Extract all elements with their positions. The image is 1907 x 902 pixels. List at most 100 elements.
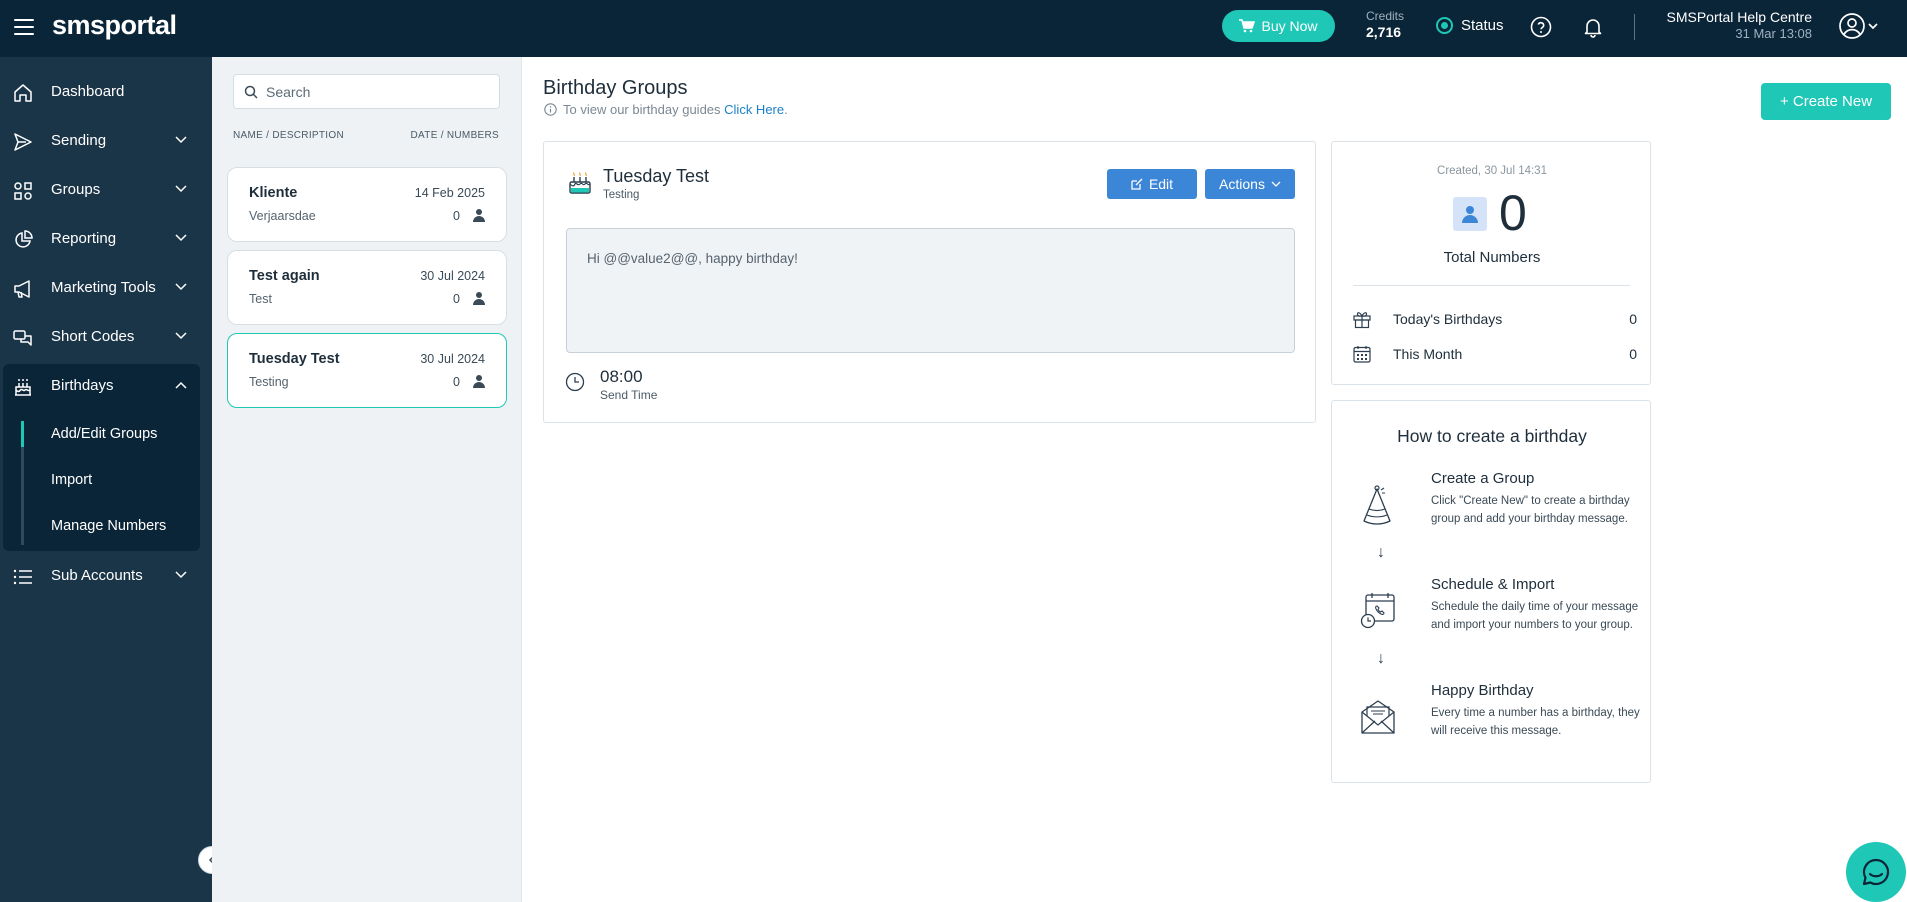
actions-dropdown[interactable]: Actions (1205, 169, 1295, 199)
group-card-tuesday-test[interactable]: Tuesday Test 30 Jul 2024 Testing 0 (227, 333, 507, 408)
group-description: Test (249, 292, 272, 306)
send-time-value: 08:00 (600, 367, 643, 386)
divider (1634, 14, 1635, 40)
current-datetime: 31 Mar 13:08 (1735, 26, 1812, 41)
chat-widget-button[interactable] (1846, 842, 1906, 902)
group-date: 30 Jul 2024 (420, 269, 485, 283)
group-card-kliente[interactable]: Kliente 14 Feb 2025 Verjaarsdae 0 (227, 167, 507, 242)
sidebar-item-label: Short Codes (51, 328, 135, 345)
group-description: Verjaarsdae (249, 209, 316, 223)
group-name: Test again (249, 268, 320, 284)
status-button[interactable]: Status (1436, 17, 1504, 34)
sidebar-item-sending[interactable]: Sending (0, 121, 212, 161)
message-text: Hi @@value2@@, happy birthday! (587, 251, 798, 266)
envelope-icon (1361, 700, 1395, 734)
sidebar: Dashboard Sending Groups Reporting Marke… (0, 57, 212, 902)
person-icon (473, 375, 485, 388)
sidebar-item-dashboard[interactable]: Dashboard (0, 72, 212, 112)
sidebar-item-sub-accounts[interactable]: Sub Accounts (0, 556, 212, 596)
group-count: 0 (453, 209, 460, 223)
total-numbers-value: 0 (1499, 185, 1527, 241)
group-card-test-again[interactable]: Test again 30 Jul 2024 Test 0 (227, 250, 507, 325)
create-new-button[interactable]: + Create New (1761, 83, 1891, 120)
group-detail-card: Tuesday Test Testing Edit Actions Hi @@v… (543, 141, 1316, 423)
chevron-down-icon (175, 234, 187, 242)
groups-icon (14, 182, 32, 200)
send-time: 08:00 Send Time (600, 367, 657, 402)
column-header-date: DATE / NUMBERS (410, 130, 499, 141)
sidebar-subitem-add-edit-groups[interactable]: Add/Edit Groups (51, 426, 157, 442)
list-icon (13, 569, 32, 585)
sidebar-item-label: Reporting (51, 230, 117, 247)
sidebar-item-short-codes[interactable]: Short Codes (0, 317, 212, 357)
help-icon[interactable] (1530, 16, 1552, 38)
user-menu-button[interactable] (1838, 12, 1878, 45)
help-centre-link[interactable]: SMSPortal Help Centre 31 Mar 13:08 (1666, 9, 1812, 41)
credits-value: 2,716 (1366, 24, 1402, 40)
group-date: 30 Jul 2024 (420, 352, 485, 366)
chat-icon (13, 330, 32, 346)
created-date: Created, 30 Jul 14:31 (1437, 165, 1547, 177)
sidebar-item-groups[interactable]: Groups (0, 170, 212, 210)
edit-icon (1131, 178, 1143, 190)
step-title: Happy Birthday (1431, 682, 1534, 699)
sidebar-item-label: Marketing Tools (51, 279, 156, 296)
guide-text: To view our birthday guides Click Here. (544, 102, 788, 117)
buy-now-button[interactable]: Buy Now (1222, 10, 1335, 42)
howto-title: How to create a birthday (1397, 426, 1587, 446)
howto-card: How to create a birthday Create a Group … (1331, 400, 1651, 783)
clock-icon (565, 372, 585, 392)
divider (1353, 285, 1630, 286)
pie-chart-icon (15, 230, 33, 248)
menu-icon[interactable] (14, 19, 34, 35)
todays-birthdays-label: Today's Birthdays (1393, 311, 1503, 327)
info-icon (544, 103, 557, 116)
sidebar-item-marketing-tools[interactable]: Marketing Tools (0, 268, 212, 308)
birthday-cake-icon (569, 172, 591, 194)
sidebar-item-label: Dashboard (51, 83, 125, 100)
chevron-down-icon (175, 136, 187, 144)
column-header-name: NAME / DESCRIPTION (233, 130, 344, 141)
group-subtitle: Testing (603, 189, 640, 201)
top-bar: smsportal Buy Now Credits 2,716 Status S… (0, 0, 1907, 57)
howto-step-3: Happy Birthday Every time a number has a… (1431, 682, 1641, 740)
howto-step-1: Create a Group Click "Create New" to cre… (1431, 470, 1641, 528)
chevron-down-icon (175, 185, 187, 193)
sidebar-item-reporting[interactable]: Reporting (0, 219, 212, 259)
sidebar-item-label: Birthdays (51, 377, 114, 394)
buy-now-label: Buy Now (1261, 18, 1318, 34)
todays-birthdays-row: Today's Birthdays 0 (1352, 308, 1637, 330)
step-body: Schedule the daily time of your message … (1431, 601, 1639, 631)
search-input[interactable] (266, 83, 486, 100)
send-time-label: Send Time (600, 388, 658, 402)
numbers-icon-box (1453, 197, 1487, 231)
step-body: Every time a number has a birthday, they… (1431, 707, 1640, 737)
chevron-up-icon (175, 381, 187, 389)
guide-link[interactable]: Click Here (724, 102, 784, 117)
search-box (233, 74, 500, 109)
cake-icon (15, 379, 31, 396)
chevron-down-icon (175, 332, 187, 340)
person-icon (1462, 206, 1478, 223)
step-body: Click "Create New" to create a birthday … (1431, 495, 1630, 525)
arrow-down-icon: ↓ (1377, 650, 1385, 667)
edit-label: Edit (1148, 176, 1174, 192)
sidebar-subitem-import[interactable]: Import (51, 472, 92, 488)
sidebar-subitem-manage-numbers[interactable]: Manage Numbers (51, 518, 166, 534)
calendar-icon (1353, 346, 1371, 363)
sidebar-item-birthdays[interactable]: Birthdays (0, 366, 212, 406)
logo[interactable]: smsportal (52, 10, 177, 41)
edit-button[interactable]: Edit (1107, 169, 1197, 199)
bell-icon[interactable] (1582, 16, 1604, 38)
user-avatar-icon (1839, 13, 1878, 39)
group-date: 14 Feb 2025 (414, 186, 485, 200)
arrow-down-icon: ↓ (1377, 544, 1385, 561)
submenu-line (21, 447, 24, 545)
party-hat-icon (1363, 485, 1391, 525)
actions-label: Actions (1219, 176, 1265, 192)
sidebar-item-label: Sub Accounts (51, 567, 143, 584)
guide-label: To view our birthday guides (563, 102, 721, 117)
group-list-panel: NAME / DESCRIPTION DATE / NUMBERS Klient… (212, 57, 522, 902)
total-numbers-label: Total Numbers (1443, 249, 1541, 266)
chat-bubble-icon (1862, 858, 1890, 886)
